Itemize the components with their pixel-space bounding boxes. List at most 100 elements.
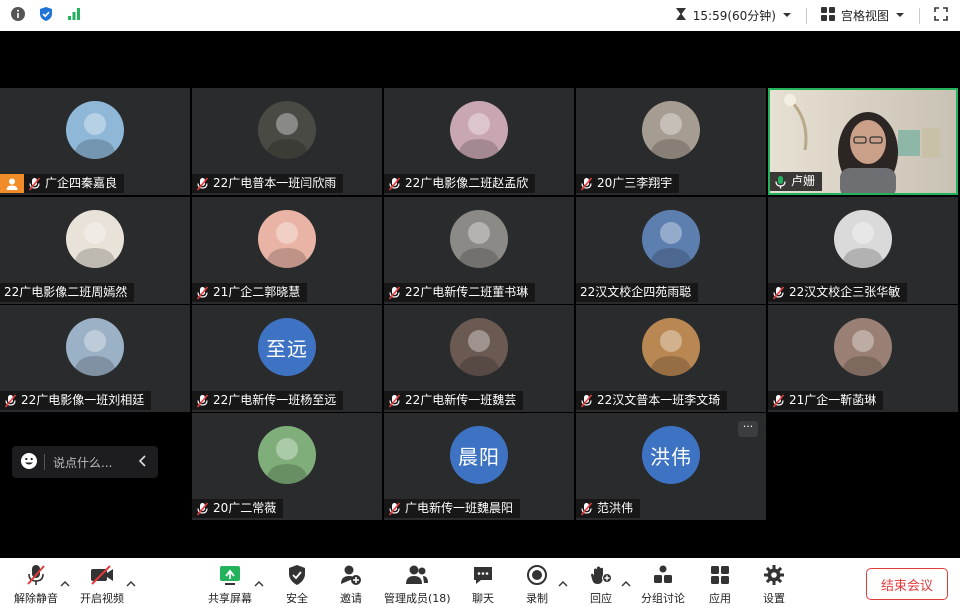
share-screen-button[interactable]: 共享屏幕	[208, 562, 252, 606]
mic-muted-icon	[388, 501, 401, 516]
avatar	[834, 318, 892, 376]
chat-placeholder[interactable]: 说点什么...	[53, 454, 138, 471]
reactions-button[interactable]: 回应	[588, 562, 614, 606]
chevron-down-icon[interactable]	[895, 9, 905, 23]
chat-input-box[interactable]: 说点什么...	[12, 446, 158, 478]
participant-tile[interactable]: 21广企一靳菡琳	[768, 305, 958, 412]
reactions-label: 回应	[590, 592, 612, 605]
chat-icon	[470, 562, 496, 588]
participant-tile[interactable]: 广企四秦嘉良	[0, 88, 190, 195]
mic-muted-icon	[772, 393, 785, 408]
grid-view-icon[interactable]	[820, 7, 835, 24]
participant-name-tag: 20广三李翔宇	[576, 174, 680, 193]
avatar: 至远	[258, 318, 316, 376]
participant-name: 22广电新传一班魏芸	[405, 393, 517, 407]
record-button[interactable]: 录制	[524, 562, 550, 606]
participant-name: 21广企一靳菡琳	[789, 393, 877, 407]
participant-tile[interactable]: 晨阳 广电新传一班魏晨阳	[384, 413, 574, 520]
end-meeting-button[interactable]: 结束会议	[866, 568, 948, 600]
mic-muted-icon	[580, 393, 593, 408]
participant-name: 广电新传一班魏晨阳	[405, 501, 514, 515]
share-screen-icon	[217, 562, 243, 588]
view-mode-label[interactable]: 宫格视图	[841, 7, 889, 24]
avatar	[642, 101, 700, 159]
invite-button[interactable]: 邀请	[338, 562, 364, 606]
participant-name-tag: 22广电新传一班杨至远	[192, 391, 344, 410]
mic-muted-icon	[580, 176, 593, 191]
participant-name-tag: 范洪伟	[576, 499, 641, 518]
participant-video-tile[interactable]: 卢姗	[768, 88, 958, 195]
chevron-up-icon[interactable]	[60, 574, 70, 587]
chat-label: 聊天	[472, 592, 494, 605]
apps-button[interactable]: 应用	[707, 562, 733, 606]
participant-tile[interactable]: 20广三李翔宇	[576, 88, 766, 195]
avatar	[66, 318, 124, 376]
avatar	[450, 101, 508, 159]
avatar: 洪伟	[642, 426, 700, 484]
participant-tile[interactable]: 至远 22广电新传一班杨至远	[192, 305, 382, 412]
participant-tile[interactable]: 22广电影像二班赵孟欣	[384, 88, 574, 195]
participant-tile[interactable]: 洪伟 范洪伟 ···	[576, 413, 766, 520]
chevron-up-icon[interactable]	[254, 574, 264, 587]
participant-name-tag: 广企四秦嘉良	[24, 174, 125, 193]
participants-label: 管理成员(18)	[384, 592, 451, 605]
breakout-rooms-icon	[650, 562, 676, 588]
participant-name-tag: 广电新传一班魏晨阳	[384, 499, 521, 518]
participant-name-tag: 21广企一靳菡琳	[768, 391, 884, 410]
participant-tile[interactable]: 22广电新传一班魏芸	[384, 305, 574, 412]
participant-tile[interactable]: 20广二常薇	[192, 413, 382, 520]
participant-name-tag: 22汉文校企四苑雨聪	[576, 283, 699, 302]
emoji-icon[interactable]	[20, 452, 38, 473]
participant-name: 22汉文校企三张华敏	[789, 285, 901, 299]
participant-name: 20广二常薇	[213, 501, 277, 515]
participant-name-tag: 22广电影像二班赵孟欣	[384, 174, 536, 193]
participants-button[interactable]: 管理成员(18)	[384, 562, 451, 606]
apps-icon	[707, 562, 733, 588]
participant-tile[interactable]: 22汉文校企三张华敏	[768, 197, 958, 304]
mic-muted-icon	[196, 176, 209, 191]
mic-muted-icon	[388, 285, 401, 300]
participant-tile[interactable]: 22广电新传二班董书琳	[384, 197, 574, 304]
shield-icon[interactable]	[38, 6, 54, 26]
participant-tile[interactable]: 22广电普本一班闫欣雨	[192, 88, 382, 195]
camera-off-icon	[89, 562, 115, 588]
chat-button[interactable]: 聊天	[470, 562, 496, 606]
collapse-icon[interactable]	[138, 454, 148, 470]
participant-name: 广企四秦嘉良	[45, 176, 118, 190]
participant-name-tag: 22广电新传一班魏芸	[384, 391, 524, 410]
participant-tile[interactable]: 22广电影像一班刘相廷	[0, 305, 190, 412]
chevron-up-icon[interactable]	[126, 574, 136, 587]
participant-tile[interactable]: 22汉文校企四苑雨聪	[576, 197, 766, 304]
info-icon[interactable]	[10, 6, 26, 26]
participant-tile[interactable]: 22汉文普本一班李文琦	[576, 305, 766, 412]
meeting-timer: 15:59(60分钟)	[692, 9, 776, 23]
participant-name: 22广电普本一班闫欣雨	[213, 176, 337, 190]
participant-tile[interactable]: 21广企二郭晓慧	[192, 197, 382, 304]
signal-icon[interactable]	[66, 6, 82, 26]
mic-muted-icon	[196, 285, 209, 300]
mic-muted-icon	[580, 501, 593, 516]
gear-icon	[761, 562, 787, 588]
security-button[interactable]: 安全	[284, 562, 310, 606]
unmute-button[interactable]: 解除静音	[14, 562, 58, 606]
chevron-up-icon[interactable]	[621, 574, 631, 587]
fullscreen-icon[interactable]	[934, 7, 948, 24]
chevron-up-icon[interactable]	[558, 574, 568, 587]
participant-name-tag: 22汉文普本一班李文琦	[576, 391, 728, 410]
invite-label: 邀请	[340, 592, 362, 605]
chevron-down-icon[interactable]	[782, 9, 792, 23]
participant-tile[interactable]: 22广电影像二班周嫣然	[0, 197, 190, 304]
avatar	[642, 318, 700, 376]
participant-name-tag: 卢姗	[770, 172, 823, 191]
start-video-label: 开启视频	[80, 592, 124, 605]
settings-button[interactable]: 设置	[761, 562, 787, 606]
shield-icon	[284, 562, 310, 588]
breakout-button[interactable]: 分组讨论	[641, 562, 685, 606]
start-video-button[interactable]: 开启视频	[80, 562, 124, 606]
security-label: 安全	[286, 592, 308, 605]
record-icon	[524, 562, 550, 588]
more-options-button[interactable]: ···	[738, 421, 758, 437]
avatar	[258, 210, 316, 268]
divider	[919, 7, 920, 24]
mic-muted-icon	[388, 176, 401, 191]
